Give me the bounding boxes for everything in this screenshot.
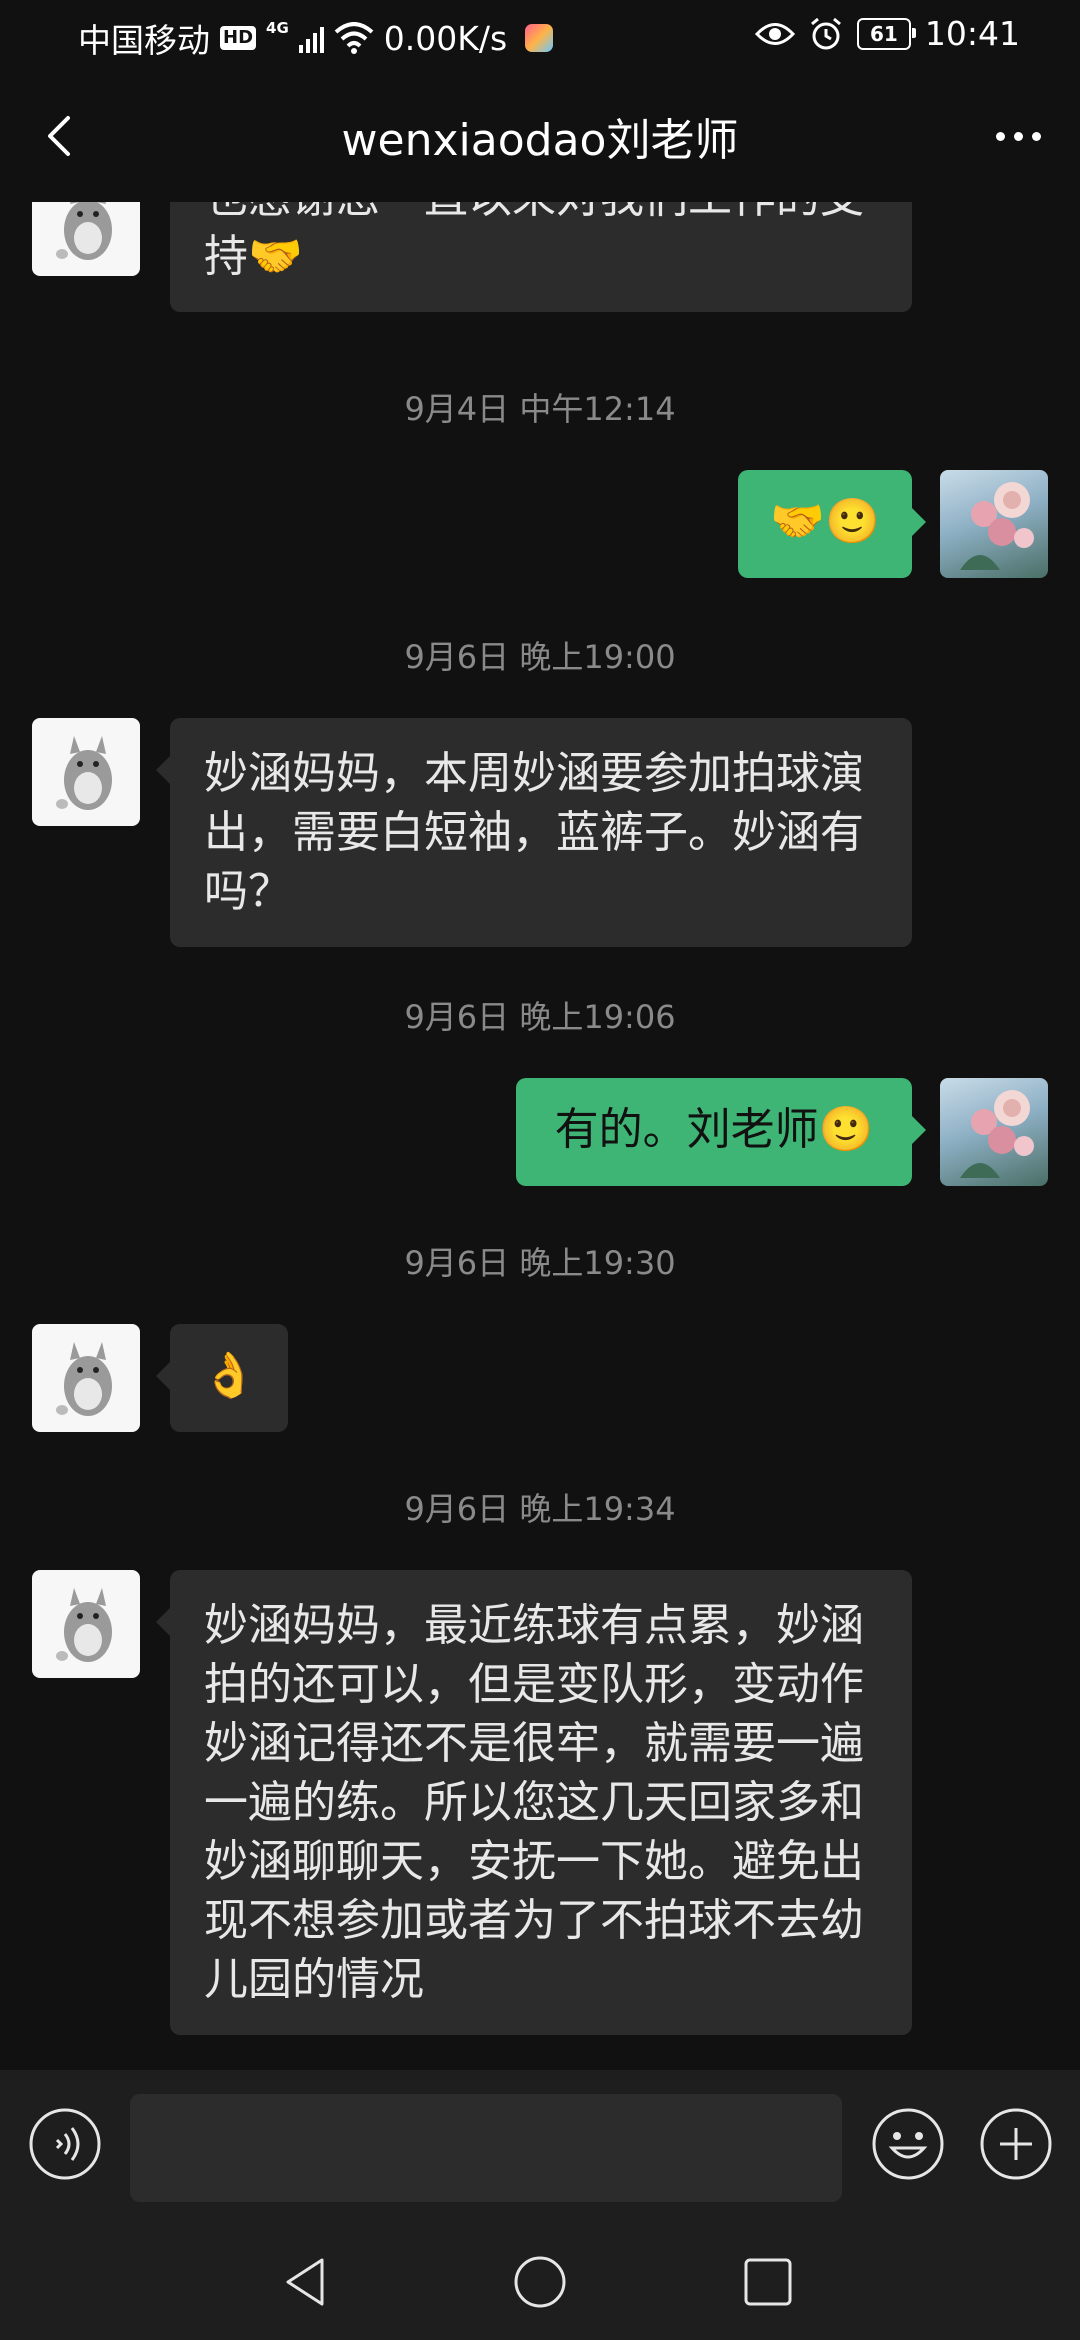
more-options-icon[interactable] bbox=[986, 104, 1050, 168]
message-timestamp: 9月6日 晚上19:34 bbox=[404, 1490, 676, 1528]
chat-header: wenxiaodao刘老师 bbox=[0, 74, 1080, 202]
signal-icon bbox=[298, 23, 324, 53]
system-back-icon[interactable] bbox=[278, 2252, 338, 2312]
alarm-icon bbox=[810, 17, 841, 49]
roses-avatar-icon bbox=[960, 482, 1034, 570]
message-list[interactable]: 也感谢您一直以来对我们工作的支持🤝 9月4日 中午12:14 🤝🙂 9月6日 晚… bbox=[0, 202, 1080, 2070]
emoji-icon[interactable] bbox=[870, 2106, 946, 2182]
message-bubble-incoming[interactable]: 妙涵妈妈，本周妙涵要参加拍球演出，需要白短袖，蓝裤子。妙涵有吗？ bbox=[156, 718, 912, 947]
system-home-icon[interactable] bbox=[510, 2252, 570, 2312]
message-text: 👌 bbox=[201, 1350, 257, 1401]
carrier-name: 中国移动 bbox=[78, 21, 210, 60]
input-bar bbox=[0, 2070, 1080, 2226]
message-bubble-incoming[interactable]: 妙涵妈妈，最近练球有点累，妙涵拍的还可以，但是变队形，变动作妙涵记得还不是很牢，… bbox=[156, 1570, 912, 2035]
totoro-avatar-icon bbox=[56, 736, 112, 810]
message-bubble-outgoing[interactable]: 🤝🙂 bbox=[738, 470, 926, 578]
message-input[interactable] bbox=[130, 2094, 842, 2202]
chat-title: wenxiaodao刘老师 bbox=[341, 115, 739, 166]
message-text: 有的。刘老师🙂 bbox=[554, 1104, 874, 1155]
battery-level: 61 bbox=[869, 21, 898, 46]
teacher-avatar[interactable] bbox=[32, 1324, 140, 1432]
message-text: 妙涵妈妈，本周妙涵要参加拍球演出，需要白短袖，蓝裤子。妙涵有吗？ bbox=[204, 748, 864, 917]
message-bubble-outgoing[interactable]: 有的。刘老师🙂 bbox=[516, 1078, 926, 1186]
clock: 10:41 bbox=[924, 14, 1020, 53]
hd-badge: HD bbox=[220, 26, 257, 50]
status-left: 中国移动 HD 4G 0.00K/s bbox=[78, 14, 554, 62]
status-bar: 中国移动 HD 4G 0.00K/s 61 10:41 bbox=[0, 0, 1080, 74]
voice-icon[interactable] bbox=[27, 2106, 103, 2182]
roses-avatar-icon bbox=[960, 1090, 1034, 1178]
plus-icon[interactable] bbox=[978, 2106, 1054, 2182]
teacher-avatar[interactable] bbox=[32, 718, 140, 826]
message-timestamp: 9月4日 中午12:14 bbox=[404, 390, 676, 428]
system-navigation-bar bbox=[0, 2226, 1080, 2340]
network-speed: 0.00K/s bbox=[383, 18, 508, 58]
message-timestamp: 9月6日 晚上19:00 bbox=[404, 638, 676, 676]
totoro-avatar-icon bbox=[56, 202, 112, 260]
network-type: 4G bbox=[266, 19, 289, 37]
message-bubble-incoming[interactable]: 也感谢您一直以来对我们工作的支持🤝 bbox=[170, 202, 912, 312]
teacher-avatar[interactable] bbox=[32, 1570, 140, 1678]
my-avatar[interactable] bbox=[940, 470, 1048, 578]
my-avatar[interactable] bbox=[940, 1078, 1048, 1186]
battery-icon: 61 bbox=[856, 17, 916, 50]
message-timestamp: 9月6日 晚上19:30 bbox=[404, 1244, 676, 1282]
message-bubble-incoming[interactable]: 👌 bbox=[156, 1324, 288, 1432]
totoro-avatar-icon bbox=[56, 1588, 112, 1662]
message-timestamp: 9月6日 晚上19:06 bbox=[404, 998, 676, 1036]
teacher-avatar[interactable] bbox=[32, 202, 140, 276]
message-text: 也感谢您一直以来对我们工作的支持🤝 bbox=[204, 202, 864, 282]
message-text: 🤝🙂 bbox=[770, 496, 880, 547]
chat-screen: 中国移动 HD 4G 0.00K/s 61 10:41 wenxiaodao刘老… bbox=[0, 0, 1080, 2340]
system-recents-icon[interactable] bbox=[738, 2252, 798, 2312]
message-text: 妙涵妈妈，最近练球有点累，妙涵拍的还可以，但是变队形，变动作妙涵记得还不是很牢，… bbox=[204, 1600, 864, 2005]
app-notification-icon bbox=[525, 24, 554, 52]
totoro-avatar-icon bbox=[56, 1342, 112, 1416]
eye-icon bbox=[754, 22, 795, 45]
status-right: 61 10:41 bbox=[754, 14, 1020, 53]
wifi-icon bbox=[334, 22, 374, 54]
